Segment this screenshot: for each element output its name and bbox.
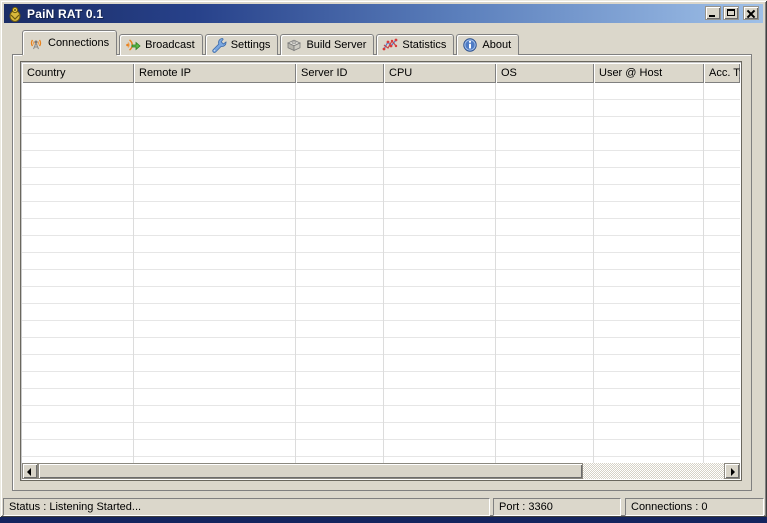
close-button[interactable] bbox=[743, 6, 759, 20]
connections-table: Country Remote IP Server ID CPU OS User @ Hos… bbox=[20, 61, 742, 481]
column-separator bbox=[495, 83, 496, 463]
scrollbar-thumb[interactable] bbox=[38, 463, 583, 479]
tab-statistics[interactable]: Statistics bbox=[376, 34, 455, 55]
table-header: Country Remote IP Server ID CPU OS User @ Hos… bbox=[22, 63, 740, 83]
column-header-label: Remote IP bbox=[139, 67, 191, 79]
minimize-icon bbox=[709, 15, 715, 17]
column-header-label: Acc. Typ bbox=[709, 67, 740, 79]
tab-label: Broadcast bbox=[145, 39, 195, 51]
tab-broadcast[interactable]: Broadcast bbox=[119, 34, 203, 55]
window-title: PaiN RAT 0.1 bbox=[27, 6, 104, 21]
column-header-remote-ip[interactable]: Remote IP bbox=[134, 63, 296, 83]
app-window: PaiN RAT 0.1 Connections Broadcast Setting… bbox=[0, 0, 767, 517]
package-icon bbox=[286, 37, 302, 53]
minimize-button[interactable] bbox=[705, 6, 721, 20]
connections-count-panel: Connections : 0 bbox=[625, 498, 764, 516]
tab-build-server[interactable]: Build Server bbox=[280, 34, 375, 55]
column-header-label: Country bbox=[27, 67, 66, 79]
tab-about[interactable]: About bbox=[456, 34, 520, 55]
column-header-label: CPU bbox=[389, 67, 413, 79]
column-header-label: User @ Host bbox=[599, 67, 663, 79]
status-bar: Status : Listening Started... Port : 336… bbox=[0, 496, 767, 517]
tab-label: Connections bbox=[48, 37, 110, 49]
column-header-cpu[interactable]: CPU bbox=[384, 63, 496, 83]
maximize-icon bbox=[727, 9, 735, 16]
info-icon bbox=[462, 37, 478, 53]
titlebar[interactable]: PaiN RAT 0.1 bbox=[4, 4, 763, 23]
app-icon[interactable] bbox=[7, 6, 23, 22]
window-controls bbox=[703, 6, 759, 20]
status-panel: Status : Listening Started... bbox=[3, 498, 490, 516]
column-separator bbox=[295, 83, 296, 463]
tab-label: Statistics bbox=[402, 39, 447, 51]
close-icon bbox=[747, 10, 755, 17]
tab-settings[interactable]: Settings bbox=[204, 34, 279, 55]
wrench-icon bbox=[211, 37, 227, 53]
connections-tab-page: Country Remote IP Server ID CPU OS User @ Hos… bbox=[12, 54, 752, 491]
column-separator bbox=[383, 83, 384, 463]
tab-bar: Connections Broadcast Settings Build Server… bbox=[22, 30, 521, 55]
tab-label: About bbox=[482, 39, 512, 51]
column-header-acc-typ[interactable]: Acc. Typ bbox=[704, 63, 740, 83]
horizontal-scrollbar[interactable] bbox=[22, 463, 740, 479]
broadcast-icon bbox=[125, 37, 141, 53]
tab-connections[interactable]: Connections bbox=[22, 30, 118, 55]
column-header-country[interactable]: Country bbox=[22, 63, 134, 83]
column-header-server-id[interactable]: Server ID bbox=[296, 63, 384, 83]
tab-label: Settings bbox=[230, 39, 271, 51]
column-header-user-host[interactable]: User @ Host bbox=[594, 63, 704, 83]
table-body[interactable] bbox=[22, 83, 740, 463]
column-separator bbox=[133, 83, 134, 463]
port-text: Port : 3360 bbox=[499, 501, 553, 513]
maximize-button[interactable] bbox=[723, 6, 739, 20]
scroll-left-icon bbox=[27, 468, 31, 476]
bottom-strip bbox=[0, 517, 767, 523]
scroll-left-button[interactable] bbox=[22, 463, 38, 479]
column-separator bbox=[703, 83, 704, 463]
status-text: Status : Listening Started... bbox=[9, 501, 142, 513]
scroll-right-icon bbox=[731, 468, 735, 476]
antenna-icon bbox=[28, 35, 44, 51]
port-panel: Port : 3360 bbox=[493, 498, 621, 516]
connections-count-text: Connections : 0 bbox=[631, 501, 708, 513]
column-separator bbox=[593, 83, 594, 463]
scroll-right-button[interactable] bbox=[724, 463, 740, 479]
column-header-label: OS bbox=[501, 67, 517, 79]
column-header-label: Server ID bbox=[301, 67, 348, 79]
tab-label: Build Server bbox=[306, 39, 367, 51]
statistics-icon bbox=[382, 37, 398, 53]
column-header-os[interactable]: OS bbox=[496, 63, 594, 83]
